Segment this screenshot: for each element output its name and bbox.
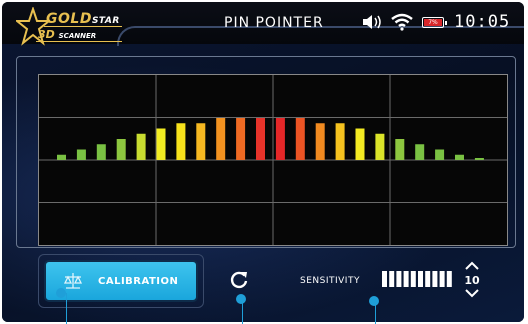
signal-bar [216,118,226,160]
signal-chart [38,74,508,246]
callout-dot-calibration [56,288,66,298]
wifi-icon [391,13,413,31]
signal-bar [76,149,86,160]
signal-bar [455,154,464,160]
signal-bar [315,123,325,160]
sensitivity-label: SENSITIVITY [300,276,360,286]
signal-bar [375,133,385,160]
sensitivity-segment [446,271,452,287]
sensitivity-segment [382,271,387,287]
signal-bar [474,158,484,160]
signal-bar [57,154,66,160]
signal-bar [355,128,365,160]
sensitivity-segment [439,271,445,287]
sensitivity-level-bar[interactable] [382,270,456,288]
sensitivity-segment [389,271,395,287]
speaker-icon[interactable] [362,14,384,30]
sensitivity-segment [410,271,416,287]
signal-bar [415,144,425,160]
clock: 10:05 [454,12,511,32]
signal-bar [335,123,345,160]
calibration-icon [63,273,83,289]
sensitivity-segment [432,271,438,287]
signal-bar [395,139,405,160]
signal-bar [236,118,246,160]
sensitivity-segment [418,271,423,287]
refresh-icon[interactable] [230,270,248,290]
signal-bar [275,118,285,160]
signal-bar [295,118,305,160]
device-screen: GOLDSTAR 3D SCANNER PIN POINTER 7% 10:05… [2,2,524,322]
logo-underline [44,26,122,27]
signal-bar [256,118,265,160]
brand-logo: GOLDSTAR 3D SCANNER [16,7,126,47]
signal-bar [136,133,146,160]
calibration-label: CALIBRATION [98,276,179,287]
calibration-button[interactable]: CALIBRATION [44,260,198,302]
battery-level: 7% [428,19,438,26]
sensitivity-value: 10 [464,274,480,287]
arrow-down-icon[interactable] [464,288,480,298]
signal-bar [435,149,445,160]
callout-dot-sensitivity [369,296,379,306]
arrow-up-icon[interactable] [464,261,480,271]
logo-line2: 3D SCANNER [38,28,97,41]
callout-line-calibration [66,293,67,324]
sensitivity-segment [396,271,402,287]
signal-bar [176,123,186,160]
signal-chart-svg [39,75,507,245]
signal-bar [156,128,166,160]
page-title: PIN POINTER [224,15,324,31]
sensitivity-segment [403,271,409,287]
logo-line1: GOLDSTAR [46,11,120,27]
callout-dot-refresh [236,294,246,304]
battery-icon: 7% [422,17,447,28]
signal-bar [196,123,206,160]
signal-bar [96,144,106,160]
signal-bar [116,139,126,160]
logo-underline-2 [36,41,122,42]
sensitivity-segment [425,271,431,287]
